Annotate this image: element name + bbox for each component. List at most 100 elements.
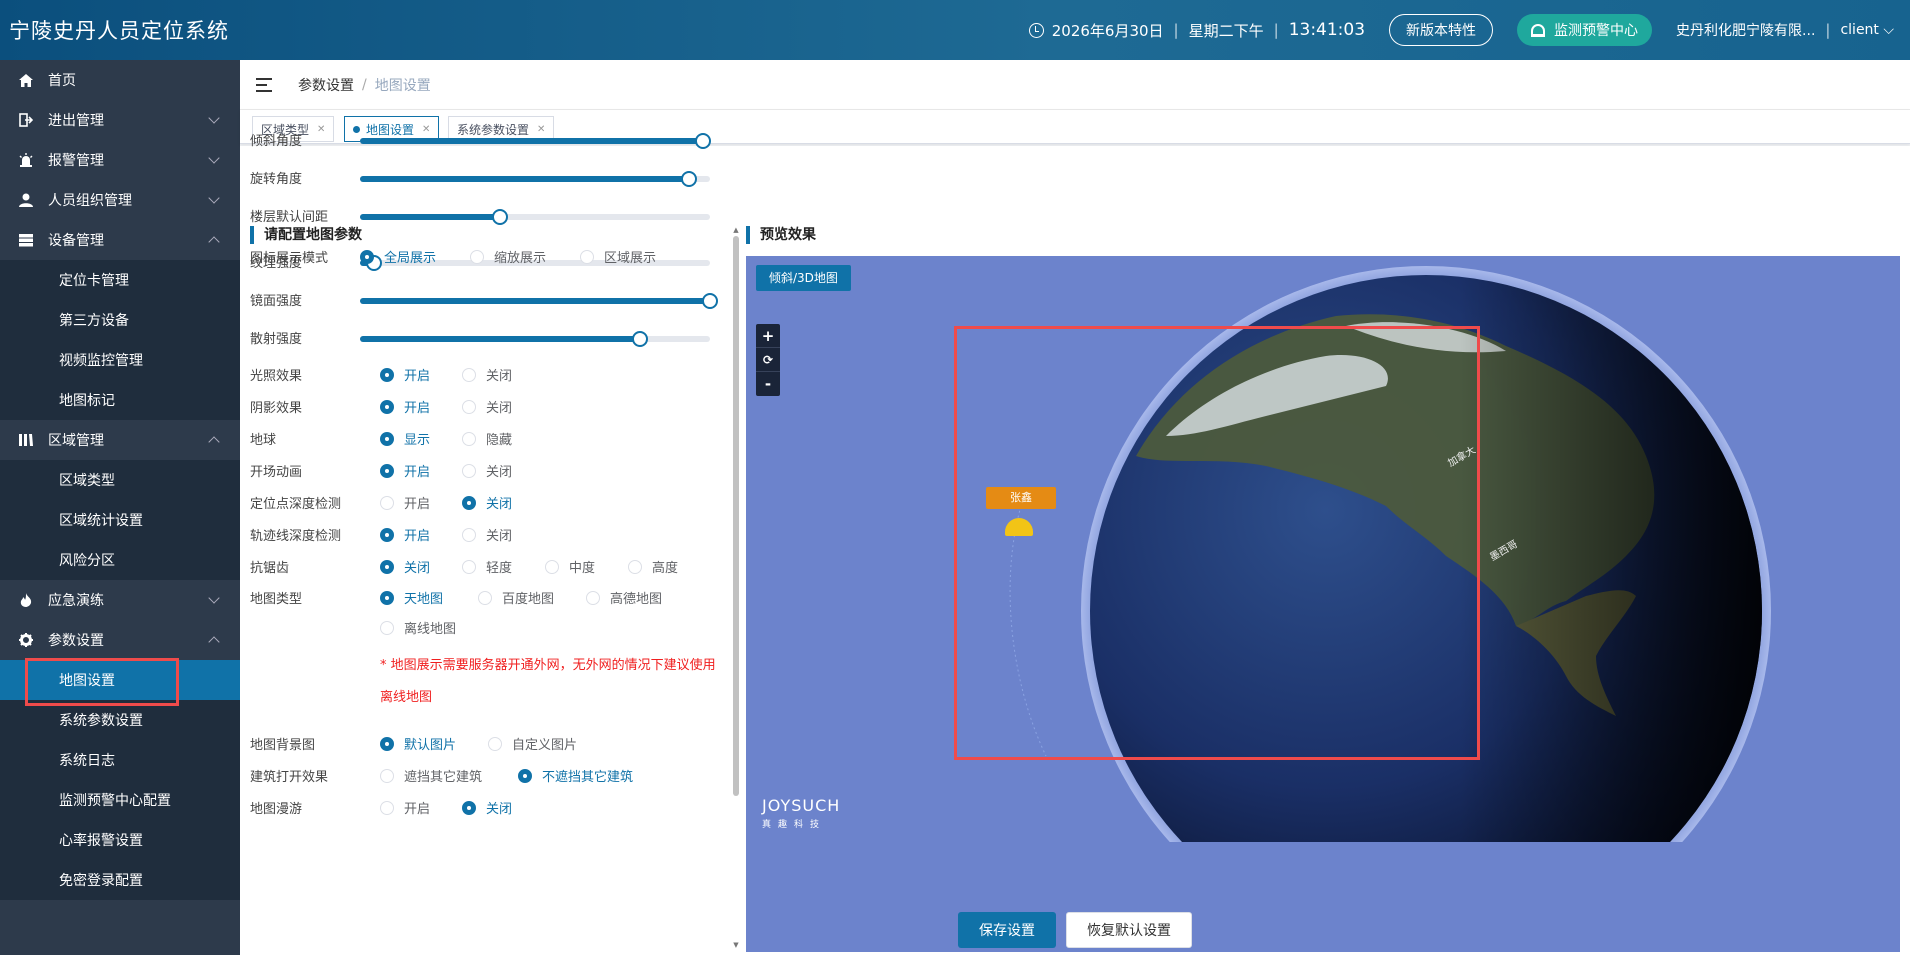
topbar: 参数设置 / 地图设置	[240, 60, 1910, 110]
sidebar-item-home[interactable]: 首页	[0, 60, 240, 100]
sidebar-item-alarm[interactable]: 报警管理	[0, 140, 240, 180]
zoom-out-button[interactable]: -	[756, 372, 780, 396]
slider-handle[interactable]	[702, 293, 718, 309]
sidebar-item-access[interactable]: 进出管理	[0, 100, 240, 140]
radio-circle-icon	[380, 367, 394, 382]
reset-default-button[interactable]: 恢复默认设置	[1066, 912, 1192, 948]
person-marker-label[interactable]: 张鑫	[986, 487, 1056, 509]
radio-antialias-0[interactable]: 关闭	[380, 557, 430, 576]
chevron-down-icon	[208, 192, 220, 204]
sidebar-subitem-alarm-center-config[interactable]: 监测预警中心配置	[0, 780, 240, 820]
radio-globe-0[interactable]: 显示	[380, 429, 430, 448]
sidebar-subitem-video[interactable]: 视频监控管理	[0, 340, 240, 380]
map-preview[interactable]: 加拿大 墨西哥 张鑫 倾斜/3D地图 + ⟳ - JOYSUCH 真趣科技	[746, 256, 1900, 952]
form-label: 楼层默认间距	[250, 210, 329, 225]
radio-map-roam-0[interactable]: 开启	[380, 798, 430, 817]
slider-handle[interactable]	[632, 331, 648, 347]
radio-circle-icon	[462, 495, 476, 510]
sidebar-subitem-system-log[interactable]: 系统日志	[0, 740, 240, 780]
radio-antialias-3[interactable]: 高度	[628, 557, 678, 576]
tab-label: 地图设置	[366, 122, 415, 137]
radio-building-open-1[interactable]: 不遮挡其它建筑	[518, 766, 633, 785]
sidebar-subitem-map-marker[interactable]: 地图标记	[0, 380, 240, 420]
sidebar-item-personnel[interactable]: 人员组织管理	[0, 180, 240, 220]
radio-lighting-0[interactable]: 开启	[380, 365, 430, 384]
user-menu[interactable]: client ⌵	[1840, 22, 1894, 38]
radio-point-depth-0[interactable]: 开启	[380, 493, 430, 512]
radio-map-type-0[interactable]: 天地图	[380, 588, 443, 607]
radio-globe-1[interactable]: 隐藏	[462, 429, 512, 448]
alarm-center-button[interactable]: 监测预警中心	[1517, 14, 1653, 46]
slider-handle[interactable]	[681, 171, 697, 187]
scroll-up-icon[interactable]: ▲	[732, 226, 740, 234]
radio-map-type-1[interactable]: 百度地图	[478, 588, 554, 607]
sidebar-subitem-system-params[interactable]: 系统参数设置	[0, 700, 240, 740]
radio-icon-mode-2[interactable]: 区域展示	[580, 247, 656, 266]
radio-map-type-2[interactable]: 高德地图	[586, 588, 662, 607]
sidebar-subitem-area-stats[interactable]: 区域统计设置	[0, 500, 240, 540]
radio-antialias-2[interactable]: 中度	[545, 557, 595, 576]
form-label: 轨迹线深度检测	[250, 529, 342, 544]
scrollbar-thumb[interactable]	[733, 236, 739, 796]
sidebar-item-params[interactable]: 参数设置	[0, 620, 240, 660]
radio-circle-icon	[462, 463, 476, 478]
radio-shadow-1[interactable]: 关闭	[462, 397, 512, 416]
sidebar-subitem-heart-rate[interactable]: 心率报警设置	[0, 820, 240, 860]
slider-track[interactable]	[360, 331, 710, 347]
radio-track-depth-0[interactable]: 开启	[380, 525, 430, 544]
current-date: 2026年6月30日	[1051, 21, 1164, 40]
radio-circle-icon	[478, 590, 492, 605]
sidebar-subitem-map-settings[interactable]: 地图设置	[0, 660, 240, 700]
slider-track[interactable]	[360, 293, 718, 309]
sidebar-item-device[interactable]: 设备管理	[0, 220, 240, 260]
radio-map-bg-0[interactable]: 默认图片	[380, 734, 456, 753]
chevron-down-icon	[208, 152, 220, 164]
sidebar-subitem-risk-zone[interactable]: 风险分区	[0, 540, 240, 580]
radio-intro-anim-1[interactable]: 关闭	[462, 461, 512, 480]
slider-handle[interactable]	[695, 133, 711, 149]
breadcrumb-parent[interactable]: 参数设置	[298, 75, 354, 95]
radio-intro-anim-0[interactable]: 开启	[380, 461, 430, 480]
sidebar-item-drill[interactable]: 应急演练	[0, 580, 240, 620]
sidebar-item-area[interactable]: 区域管理	[0, 420, 240, 460]
radio-map-bg-1[interactable]: 自定义图片	[488, 734, 577, 753]
close-icon[interactable]: ✕	[537, 124, 545, 135]
clock-icon	[1028, 22, 1044, 38]
radio-map-roam-1[interactable]: 关闭	[462, 798, 512, 817]
radio-shadow-0[interactable]: 开启	[380, 397, 430, 416]
sidebar-subitem-third-party[interactable]: 第三方设备	[0, 300, 240, 340]
breadcrumb-current: 地图设置	[374, 77, 431, 94]
map-mode-button[interactable]: 倾斜/3D地图	[756, 265, 851, 291]
close-icon[interactable]: ✕	[422, 124, 430, 135]
form-label: 旋转角度	[250, 172, 303, 187]
menu-toggle-icon[interactable]	[256, 77, 274, 92]
sidebar-subitem-area-type[interactable]: 区域类型	[0, 460, 240, 500]
slider-handle[interactable]	[492, 209, 508, 225]
radio-map-type-3[interactable]: 离线地图	[380, 618, 456, 637]
active-dot-icon	[353, 125, 360, 133]
scroll-down-icon[interactable]: ▼	[732, 941, 740, 949]
sidebar-subitem-card[interactable]: 定位卡管理	[0, 260, 240, 300]
radio-lighting-1[interactable]: 关闭	[462, 365, 512, 384]
form-label: 地球	[250, 433, 277, 448]
radio-label: 关闭	[404, 561, 431, 576]
slider-track[interactable]	[360, 133, 711, 149]
sidebar-subitem-passwordless-login[interactable]: 免密登录配置	[0, 860, 240, 900]
radio-label: 全局展示	[384, 251, 437, 266]
reset-view-icon[interactable]: ⟳	[756, 348, 780, 372]
tab-label: 系统参数设置	[457, 122, 530, 137]
close-icon[interactable]: ✕	[317, 124, 325, 135]
zoom-in-button[interactable]: +	[756, 324, 780, 348]
new-features-button[interactable]: 新版本特性	[1389, 14, 1494, 46]
save-button[interactable]: 保存设置	[958, 912, 1056, 948]
slider-track[interactable]	[360, 209, 710, 225]
radio-label: 关闭	[486, 497, 513, 512]
radio-icon-mode-1[interactable]: 缩放展示	[470, 247, 546, 266]
radio-point-depth-1[interactable]: 关闭	[462, 493, 512, 512]
radio-track-depth-1[interactable]: 关闭	[462, 525, 512, 544]
slider-track[interactable]	[360, 171, 710, 187]
radio-building-open-0[interactable]: 遮挡其它建筑	[380, 766, 482, 785]
company-name[interactable]: 史丹利化肥宁陵有限...	[1676, 20, 1815, 40]
radio-antialias-1[interactable]: 轻度	[462, 557, 512, 576]
radio-icon-mode-0[interactable]: 全局展示	[360, 247, 436, 266]
